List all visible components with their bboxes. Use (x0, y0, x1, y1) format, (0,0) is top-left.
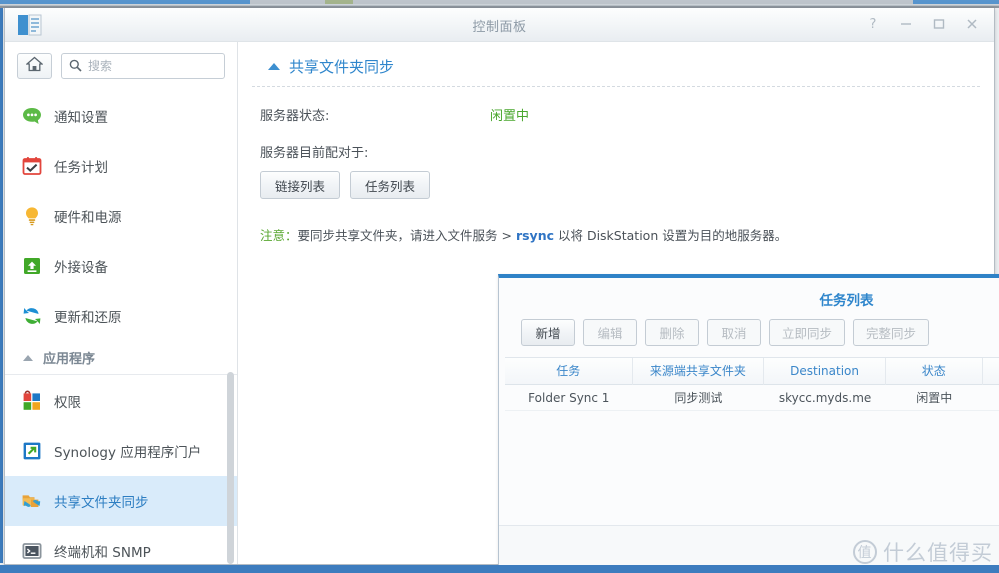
table-header-row: 任务 来源端共享文件夹 Destination 状态 上次同步结果 计划管理 ⋮ (505, 357, 999, 385)
sidebar-scroll-thumb[interactable] (227, 372, 234, 564)
note-text-1: 要同步共享文件夹，请进入文件服务 > (297, 228, 516, 243)
help-icon: ? (869, 16, 877, 32)
sidebar-item-privileges[interactable]: 权限 (5, 376, 237, 426)
chevron-up-icon (23, 354, 33, 361)
notification-icon (21, 105, 43, 127)
search-input[interactable] (88, 59, 217, 73)
window-titlebar[interactable]: 控制面板 ? (5, 8, 994, 42)
sidebar-item-update-restore[interactable]: 更新和还原 (5, 291, 237, 341)
sidebar-item-label: 终端机和 SNMP (54, 545, 151, 561)
sidebar-item-task-scheduler[interactable]: 任务计划 (5, 141, 237, 191)
desktop: 控制面板 ? 搜索 通知设置 任务计划 硬件和电源 外接设备 更新和还原 应用程… (0, 0, 999, 573)
maximize-icon (933, 18, 945, 30)
chevron-up-icon[interactable] (268, 63, 280, 70)
privileges-icon (21, 390, 43, 412)
desktop-left-edge (0, 8, 3, 563)
sidebar-item-external-devices[interactable]: 外接设备 (5, 241, 237, 291)
main-button-row: 链接列表 任务列表 (238, 161, 994, 199)
dialog-title: 任务列表 (819, 293, 874, 309)
server-status-label: 服务器状态: (260, 109, 330, 124)
sidebar-item-label: Synology 应用程序门户 (54, 445, 202, 461)
add-task-button[interactable]: 新增 (521, 319, 575, 346)
column-header-destination[interactable]: Destination (764, 357, 886, 385)
full-sync-button[interactable]: 完整同步 (853, 319, 930, 346)
page-title: 共享文件夹同步 (289, 58, 395, 76)
maximize-button[interactable] (929, 14, 949, 34)
edit-task-button[interactable]: 编辑 (583, 319, 637, 346)
shared-folder-sync-icon (21, 490, 43, 512)
window-controls: ? (863, 14, 982, 34)
minimize-button[interactable] (896, 14, 916, 34)
task-list-button[interactable]: 任务列表 (350, 171, 431, 199)
note-prefix: 注意： (260, 228, 298, 243)
column-header-source[interactable]: 来源端共享文件夹 (633, 357, 765, 385)
sidebar-item-label: 硬件和电源 (54, 210, 122, 226)
close-button[interactable] (962, 14, 982, 34)
home-icon (25, 56, 44, 76)
task-list-dialog: 任务列表 新增 编辑 删除 取消 立即同步 完整同步 任务 来源端共享文件夹 D… (498, 274, 999, 572)
terminal-icon (21, 540, 43, 562)
delete-task-button[interactable]: 删除 (645, 319, 699, 346)
server-status-value: 闲置中 (490, 109, 530, 124)
close-icon (966, 18, 978, 30)
lightbulb-icon (21, 205, 43, 227)
sidebar: 通知设置 任务计划 (5, 42, 238, 564)
dialog-toolbar: 新增 编辑 删除 取消 立即同步 完整同步 (499, 309, 999, 346)
help-button[interactable]: ? (863, 14, 883, 34)
window-body: 通知设置 任务计划 (5, 42, 999, 572)
sidebar-search-row (5, 42, 237, 91)
column-header-task[interactable]: 任务 (505, 357, 633, 385)
sidebar-scrollbar[interactable] (227, 86, 234, 564)
sync-now-button[interactable]: 立即同步 (769, 319, 846, 346)
calendar-task-icon (21, 155, 43, 177)
content-pane: 共享文件夹同步 服务器状态: 闲置中 服务器目前配对于: 链接列表 任务列表 注… (238, 42, 999, 572)
external-device-icon (21, 255, 43, 277)
cell-last-result: 成功 (983, 385, 999, 411)
cell-destination: skycc.myds.me (778, 390, 872, 405)
cancel-task-button[interactable]: 取消 (707, 319, 761, 346)
paired-label: 服务器目前配对于: (260, 146, 369, 161)
server-status-row: 服务器状态: 闲置中 (238, 87, 994, 124)
app-portal-icon (21, 440, 43, 462)
cell-status: 闲置中 (916, 390, 953, 405)
window-title: 控制面板 (472, 20, 527, 35)
cell-source: 同步测试 (674, 390, 723, 405)
search-box[interactable] (61, 53, 225, 79)
home-button[interactable] (17, 53, 52, 79)
sidebar-item-terminal-snmp[interactable]: 终端机和 SNMP (5, 526, 237, 564)
column-header-last-result[interactable]: 上次同步结果 (983, 358, 999, 385)
sidebar-item-label: 更新和还原 (54, 310, 122, 326)
sidebar-item-label: 共享文件夹同步 (54, 495, 149, 511)
sidebar-group-applications[interactable]: 应用程序 (5, 341, 237, 375)
note-link-rsync[interactable]: rsync (516, 228, 554, 243)
sidebar-item-hardware-power[interactable]: 硬件和电源 (5, 191, 237, 241)
column-header-status[interactable]: 状态 (886, 357, 983, 385)
table-row[interactable]: Folder Sync 1 同步测试 skycc.myds.me 闲置中 成功 … (505, 385, 999, 411)
sidebar-item-label: 通知设置 (54, 110, 108, 126)
minimize-icon (900, 18, 912, 30)
sidebar-item-label: 权限 (54, 395, 81, 411)
sidebar-item-label: 外接设备 (54, 260, 108, 276)
page-header: 共享文件夹同步 (252, 42, 980, 87)
task-table: 任务 来源端共享文件夹 Destination 状态 上次同步结果 计划管理 ⋮… (505, 357, 999, 411)
sidebar-item-notification[interactable]: 通知设置 (5, 91, 237, 141)
note-text-2: 以将 DiskStation 设置为目的地服务器。 (554, 228, 788, 243)
link-list-button[interactable]: 链接列表 (260, 171, 341, 199)
sidebar-group-label: 应用程序 (43, 352, 96, 367)
sidebar-item-application-portal[interactable]: Synology 应用程序门户 (5, 426, 237, 476)
cell-task: Folder Sync 1 (528, 390, 610, 405)
sidebar-list: 通知设置 任务计划 硬件和电源 外接设备 更新和还原 应用程序 权限 Synol… (5, 91, 237, 564)
sidebar-item-label: 任务计划 (54, 160, 108, 176)
search-icon (69, 57, 82, 76)
sidebar-item-shared-folder-sync[interactable]: 共享文件夹同步 (5, 476, 237, 526)
control-panel-window: 控制面板 ? 搜索 通知设置 任务计划 硬件和电源 外接设备 更新和还原 应用程… (4, 8, 999, 572)
desktop-bottom-bar (0, 565, 999, 573)
refresh-icon (21, 305, 43, 327)
note-text: 注意：要同步共享文件夹，请进入文件服务 > rsync 以将 DiskStati… (238, 199, 994, 244)
